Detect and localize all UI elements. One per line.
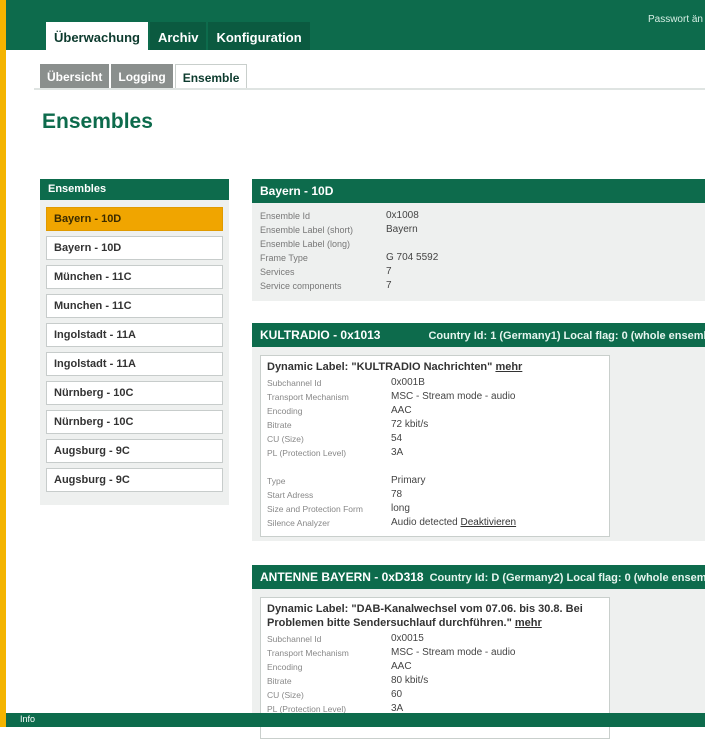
more-link[interactable]: mehr: [495, 361, 522, 373]
deactivate-link[interactable]: Deaktivieren: [461, 517, 517, 528]
detail-row: Size and Protection Form long: [267, 503, 410, 514]
detail-row: Services 7: [260, 266, 392, 277]
service-title: ANTENNE BAYERN - 0xD318 Country Id: D (Ge…: [252, 565, 705, 589]
detail-row: Ensemble Label (long): [260, 239, 351, 249]
sub-navigation: Übersicht Logging Ensemble: [6, 50, 705, 90]
subtab-ensemble[interactable]: Ensemble: [174, 64, 248, 88]
sidebar-item-nuernberg-10c-2[interactable]: Nürnberg - 10C: [46, 410, 223, 434]
detail-row: Bitrate 80 kbit/s: [267, 675, 429, 686]
detail-row: Frame Type G 704 5592: [260, 252, 439, 263]
ensemble-sidebar: Ensembles Bayern - 10D Bayern - 10D Münc…: [40, 179, 229, 505]
detail-row: Ensemble Label (short) Bayern: [260, 224, 418, 235]
more-link[interactable]: mehr: [515, 617, 542, 629]
detail-row: PL (Protection Level) 3A: [267, 447, 404, 458]
sidebar-item-muenchen-11c-2[interactable]: Munchen - 11C: [46, 294, 223, 318]
detail-row: Type Primary: [267, 475, 426, 486]
sidebar-item-ingolstadt-11a[interactable]: Ingolstadt - 11A: [46, 323, 223, 347]
subtab-uebersicht[interactable]: Übersicht: [40, 64, 110, 88]
sidebar-item-bayern-10d-2[interactable]: Bayern - 10D: [46, 236, 223, 260]
top-navigation-bar: Überwachung Archiv Konfiguration Passwor…: [6, 0, 705, 50]
main-tabs: Überwachung Archiv Konfiguration: [46, 22, 312, 50]
sidebar-item-nuernberg-10c[interactable]: Nürnberg - 10C: [46, 381, 223, 405]
status-info-label: Info: [20, 714, 36, 724]
left-accent-bar: [0, 0, 6, 727]
service-country-info: Country Id: D (Germany2) Local flag: 0 (…: [429, 572, 705, 584]
detail-row: Ensemble Id 0x1008: [260, 210, 419, 221]
sidebar-item-muenchen-11c[interactable]: München - 11C: [46, 265, 223, 289]
detail-row: Subchannel Id 0x001B: [267, 377, 425, 388]
detail-row: Encoding AAC: [267, 661, 412, 672]
sidebar-item-augsburg-9c-2[interactable]: Augsburg - 9C: [46, 468, 223, 492]
ensemble-details-panel: Bayern - 10D Ensemble Id 0x1008 Ensemble …: [252, 179, 705, 301]
service-panel-antenne-bayern: ANTENNE BAYERN - 0xD318 Country Id: D (Ge…: [252, 565, 705, 739]
subtab-logging[interactable]: Logging: [111, 64, 173, 88]
status-bar: Info: [6, 713, 705, 727]
detail-row: Transport Mechanism MSC - Stream mode - a…: [267, 391, 516, 402]
dynamic-label: Dynamic Label: "DAB-Kanalwechsel vom 07.…: [267, 603, 583, 629]
service-component-card: Dynamic Label: "KULTRADIO Nachrichten" m…: [260, 355, 610, 537]
tab-ueberwachung[interactable]: Überwachung: [46, 22, 148, 50]
dynamic-label: Dynamic Label: "KULTRADIO Nachrichten" m…: [267, 361, 523, 373]
service-country-info: Country Id: 1 (Germany1) Local flag: 0 (…: [428, 330, 705, 342]
detail-row: Service components 7: [260, 280, 392, 291]
tab-konfiguration[interactable]: Konfiguration: [208, 22, 310, 50]
sidebar-item-bayern-10d[interactable]: Bayern - 10D: [46, 207, 223, 231]
detail-row: Bitrate 72 kbit/s: [267, 419, 429, 430]
ensemble-details-title: Bayern - 10D: [252, 179, 705, 203]
sidebar-item-ingolstadt-11a-2[interactable]: Ingolstadt - 11A: [46, 352, 223, 376]
detail-row: Start Adress 78: [267, 489, 403, 500]
detail-row: CU (Size) 54: [267, 433, 403, 444]
detail-row: Encoding AAC: [267, 405, 412, 416]
detail-row: Subchannel Id 0x0015: [267, 633, 424, 644]
service-name: KULTRADIO - 0x1013: [260, 328, 381, 342]
silence-analyzer-row: Silence Analyzer Audio detected Deaktivie…: [267, 517, 517, 528]
subtab-divider: [34, 88, 705, 90]
password-link[interactable]: Passwort än: [648, 14, 703, 25]
service-name: ANTENNE BAYERN - 0xD318: [260, 570, 424, 584]
tab-archiv[interactable]: Archiv: [149, 22, 207, 50]
service-title: KULTRADIO - 0x1013 Country Id: 1 (Germany…: [252, 323, 705, 347]
service-panel-kultradio: KULTRADIO - 0x1013 Country Id: 1 (Germany…: [252, 323, 705, 541]
sidebar-item-augsburg-9c[interactable]: Augsburg - 9C: [46, 439, 223, 463]
detail-row: Transport Mechanism MSC - Stream mode - a…: [267, 647, 516, 658]
detail-row: CU (Size) 60: [267, 689, 403, 700]
page-title: Ensembles: [42, 110, 153, 133]
sidebar-title: Ensembles: [40, 179, 229, 200]
